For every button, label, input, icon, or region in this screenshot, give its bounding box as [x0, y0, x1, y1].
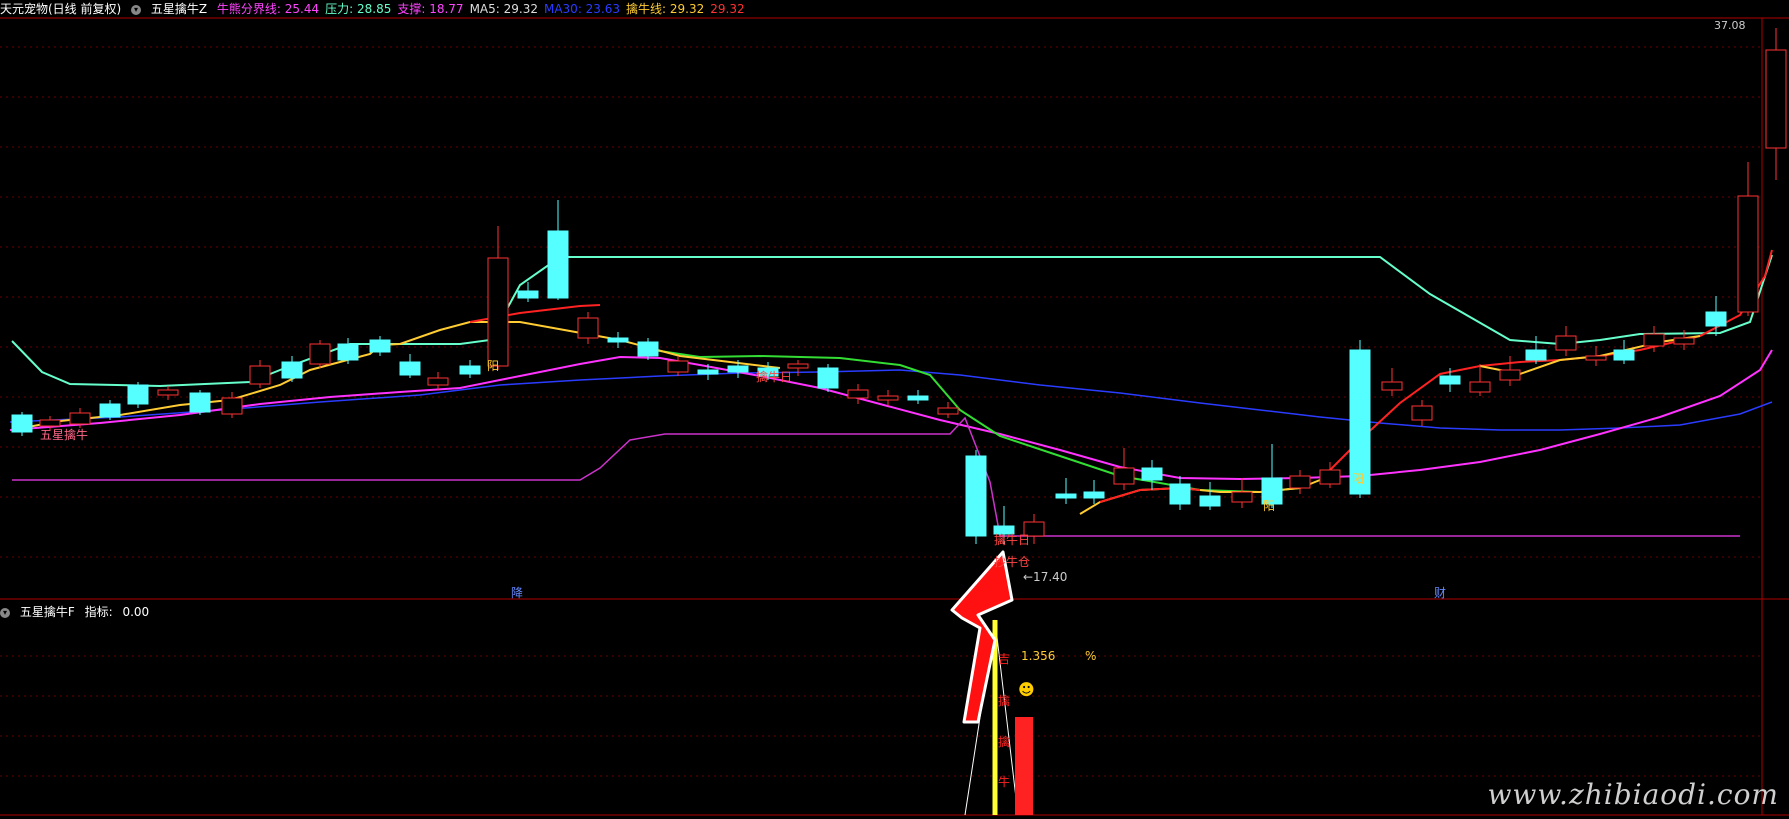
candle-body: [937, 407, 959, 415]
vertical-char-0: 吉: [998, 652, 1011, 666]
candle-body: [847, 389, 869, 399]
candle-body: [1469, 381, 1491, 393]
candle-body: [1555, 335, 1577, 351]
candle-body: [637, 341, 659, 357]
candle-body: [1289, 475, 1311, 489]
candle-body: [1141, 467, 1163, 481]
indicator-item-3: MA5: 29.32: [469, 2, 538, 16]
candle-body: [99, 403, 121, 418]
sub-panel-header: ▾ 五星擒牛F 指标: 0.00: [0, 603, 155, 621]
sub-indicator-label: 指标:: [84, 605, 113, 619]
candle-body: [1083, 491, 1105, 499]
candle-body: [1411, 405, 1433, 421]
candle-body: [221, 397, 243, 415]
candle-body: [1705, 311, 1727, 327]
candle-body: [1199, 495, 1221, 507]
candle-body: [281, 361, 303, 379]
indicator-values: 牛熊分界线: 25.44 压力: 28.85 支撑: 18.77 MA5: 29.32…: [217, 2, 751, 16]
five-star-label: 五星擒牛: [40, 428, 89, 442]
candle-body: [547, 230, 569, 299]
candle-body: [157, 389, 179, 396]
chart-canvas: [0, 17, 1789, 816]
candle-body: [1613, 349, 1635, 361]
pressure-line: [11, 254, 1773, 388]
sub-indicator-name[interactable]: 五星擒牛F: [20, 605, 75, 619]
indicator-item-4: MA30: 23.63: [543, 2, 621, 16]
candle-body: [607, 337, 629, 343]
candle-body: [189, 392, 211, 413]
candle-body: [459, 365, 481, 375]
sub-red-bar: [1015, 717, 1033, 815]
sub-pct-sign: %: [1085, 649, 1097, 663]
low-price-label: ←17.40: [1023, 570, 1068, 584]
panel-borders: [0, 17, 1789, 816]
high-price-label: 37.08: [1714, 19, 1746, 32]
candle-body: [1499, 369, 1521, 381]
vertical-char-2: 擒: [998, 735, 1011, 749]
indicator-item-2: 支撑: 18.77: [397, 2, 464, 16]
candle-body: [1381, 381, 1403, 391]
candle-body: [877, 395, 899, 401]
toggle-circle-icon[interactable]: ▾: [0, 607, 10, 618]
yang-label-2: 阳: [1263, 499, 1276, 513]
indicator-item-1: 压力: 28.85: [325, 2, 392, 16]
candle-body: [667, 360, 689, 373]
candle-body: [817, 367, 839, 389]
candle-body: [11, 414, 33, 433]
candle-body: [1055, 493, 1077, 499]
indicator-item-0: 牛熊分界线: 25.44: [216, 2, 320, 16]
stock-title: 天元宠物(日线 前复权): [0, 2, 122, 16]
candle-body: [517, 290, 539, 299]
candle-body: [1585, 355, 1607, 361]
candle-body: [697, 369, 719, 375]
axis-mark-2: 财: [1434, 586, 1447, 600]
candle-body: [1439, 375, 1461, 385]
candle-body: [309, 343, 331, 365]
candle-body: [1319, 469, 1341, 485]
indicator-name[interactable]: 五星擒牛Z: [151, 2, 207, 16]
qinniu-label-1: 擒牛日: [756, 370, 793, 384]
indicator-item-5: 擒牛线: 29.32: [626, 2, 705, 16]
candle-body: [1231, 491, 1253, 503]
qinniu-label-2: 擒牛日: [994, 533, 1031, 547]
candle-body: [907, 395, 929, 401]
candle-body: [727, 365, 749, 373]
candle-body: [965, 455, 987, 537]
axis-mark-1: 降: [511, 586, 524, 600]
bottom-cang-label: 抄牛仓: [994, 555, 1031, 569]
candle-body: [369, 339, 391, 353]
grid: [0, 46, 1762, 777]
candle-body: [1113, 467, 1135, 485]
watermark: www.zhibiaodi.com: [1487, 778, 1779, 811]
candle-body: [427, 377, 449, 386]
candle-body: [249, 365, 271, 385]
candle-body: [1765, 49, 1787, 149]
candle-body: [1673, 337, 1695, 345]
support-line: [12, 416, 1740, 537]
main-panel-header: 天元宠物(日线 前复权) ▾ 五星擒牛Z 牛熊分界线: 25.44 压力: 28.…: [0, 0, 757, 18]
vertical-char-1: 擒: [998, 694, 1011, 708]
indicator-item-6: 29.32: [710, 2, 745, 16]
smile-icon: ☻: [1018, 680, 1035, 699]
vertical-char-3: 牛: [998, 775, 1011, 789]
sub-indicator-value: 0.00: [122, 605, 150, 619]
candle-body: [337, 343, 359, 361]
candle-body: [399, 361, 421, 376]
candlesticks: [11, 28, 1787, 544]
candle-body: [127, 384, 149, 405]
candle-body: [1525, 349, 1547, 361]
yang-label-1: 阳: [487, 359, 500, 373]
candle-body: [487, 257, 509, 367]
candle-body: [577, 317, 599, 339]
candle-body: [1169, 483, 1191, 505]
candle-body: [69, 412, 91, 425]
candle-body: [1643, 333, 1665, 347]
sub-pct-value: 1.356: [1021, 649, 1056, 663]
bull-bear-line: [9, 349, 1773, 481]
toggle-circle-icon[interactable]: ▾: [131, 4, 142, 15]
candle-body: [1737, 195, 1759, 313]
yang-label-3: 阳: [1352, 472, 1365, 486]
